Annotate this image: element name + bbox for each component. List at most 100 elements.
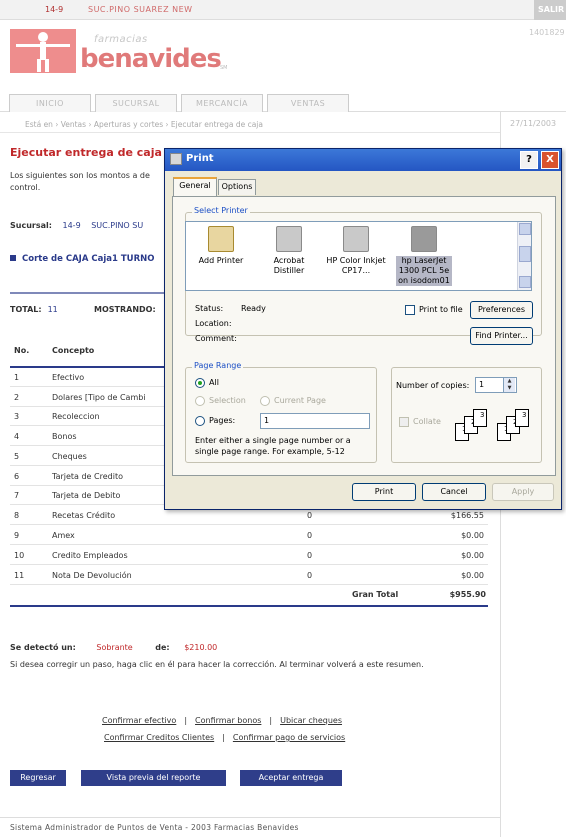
main-nav: INICIO SUCURSAL MERCANCÍA VENTAS [0,94,566,112]
ubicar-cheques-link[interactable]: Ubicar cheques [280,716,342,725]
printer-name: HP Color Inkjet CP17... [326,256,386,275]
row-concepto: Cheques [52,452,87,461]
bullet-icon [10,255,16,261]
printer-name: hp LaserJet 1300 PCL 5e on isodom01 [396,256,452,286]
sucursal-label: Sucursal: [10,221,52,230]
corte-label: Corte de CAJA Caja1 TURNO [22,254,155,264]
mostrando-label: MOSTRANDO: [94,305,156,314]
printer-item[interactable]: Acrobat Distiller [262,226,316,276]
range-hint: Enter either a single page number or a s… [195,436,351,456]
row-no: 2 [14,393,20,402]
network-printer-icon [411,226,437,252]
tab-sucursal[interactable]: SUCURSAL [95,94,177,112]
pages-label: Pages: [209,416,236,425]
top-bar: 14-9 SUC.PINO SUAREZ NEW SALIR [0,0,566,20]
total-value: 11 [47,305,58,314]
row-concepto: Efectivo [52,373,85,382]
printer-icon [170,153,182,165]
gran-total-label: Gran Total [352,590,399,599]
collate-checkbox[interactable] [399,417,409,427]
table-row[interactable]: 11 Nota De Devolución 0 $0.00 [10,566,488,585]
column-header-no: No. [14,346,30,355]
apply-button[interactable]: Apply [492,483,554,501]
table-row[interactable]: 9 Amex 0 $0.00 [10,526,488,545]
tab-options[interactable]: Options [218,179,256,195]
logout-button[interactable]: SALIR [534,0,566,20]
links-row-2: Confirmar Creditos Clientes | Confirmar pa… [104,733,345,742]
copies-spinner[interactable]: ▲ ▼ [503,378,515,392]
table-row[interactable]: 10 Credito Empleados 0 $0.00 [10,546,488,565]
status-value: Ready [241,304,266,313]
row-amount: $0.00 [461,531,484,540]
regresar-button[interactable]: Regresar [10,770,66,786]
intro-text: Los siguientes son los montos a de contr… [10,171,150,192]
row-no: 4 [14,432,20,441]
row-concepto: Amex [52,531,75,540]
total-count: TOTAL: 11 [10,305,58,314]
links-row-1: Confirmar efectivo | Confirmar bonos | Ubica… [102,716,342,725]
add-printer-icon [208,226,234,252]
confirmar-bonos-link[interactable]: Confirmar bonos [195,716,261,725]
find-printer-button[interactable]: Find Printer... [470,327,533,345]
confirmar-pago-link[interactable]: Confirmar pago de servicios [233,733,345,742]
print-to-file-label: Print to file [419,305,463,314]
pages-radio[interactable] [195,416,205,426]
footer-divider [0,817,500,818]
gran-total-value: $955.90 [449,590,486,599]
help-button[interactable]: ? [520,151,538,169]
scroll-down-icon[interactable] [519,276,531,288]
row-qty: 0 [307,531,313,540]
page-range-legend: Page Range [192,361,244,370]
printer-list[interactable]: Add Printer Acrobat Distiller HP Color I… [185,221,532,291]
print-to-file-checkbox[interactable] [405,305,415,315]
sucursal-info: Sucursal: 14-9 SUC.PINO SU [10,221,143,230]
link-separator: | [269,716,273,725]
row-concepto: Recoleccion [52,412,100,421]
row-amount: $0.00 [461,551,484,560]
confirmar-creditos-link[interactable]: Confirmar Creditos Clientes [104,733,214,742]
preferences-button[interactable]: Preferences [470,301,533,319]
sucursal-code: 14-9 [62,221,81,230]
scroll-up-icon[interactable] [519,223,531,235]
status-label: Status: [195,304,224,313]
row-concepto: Recetas Crédito [52,511,116,520]
printer-item-selected[interactable]: hp LaserJet 1300 PCL 5e on isodom01 [396,226,452,286]
row-qty: 0 [307,511,313,520]
comment-label: Comment: [195,334,237,343]
vista-previa-button[interactable]: Vista previa del reporte [81,770,226,786]
page-title: Ejecutar entrega de caja [10,146,162,159]
scroll-thumb[interactable] [519,246,531,262]
close-button[interactable]: X [541,151,559,169]
logo-title: benavides [80,44,222,74]
row-no: 5 [14,452,20,461]
cancel-button[interactable]: Cancel [422,483,486,501]
tab-inicio[interactable]: INICIO [9,94,91,112]
row-concepto: Tarjeta de Credito [52,472,123,481]
row-concepto: Nota De Devolución [52,571,132,580]
dialog-titlebar[interactable]: Print ? X [165,149,561,171]
select-printer-legend: Select Printer [192,206,250,215]
row-amount: $0.00 [461,571,484,580]
row-no: 10 [14,551,25,560]
printer-item[interactable]: HP Color Inkjet CP17... [326,226,386,276]
pages-input[interactable]: 1 [260,413,370,429]
printer-name: Add Printer [198,256,244,265]
row-concepto: Credito Empleados [52,551,128,560]
confirmar-efectivo-link[interactable]: Confirmar efectivo [102,716,176,725]
current-page-radio[interactable] [260,396,270,406]
print-button[interactable]: Print [352,483,416,501]
row-concepto: Dolares [Tipo de Cambi [52,393,146,402]
detect-label: Se detectó un: [10,643,76,652]
tab-mercancia[interactable]: MERCANCÍA [181,94,263,112]
tab-ventas[interactable]: VENTAS [267,94,349,112]
detect-type: Sobrante [96,643,133,652]
printer-list-scrollbar[interactable] [517,222,531,290]
print-dialog: Print ? X General Options Select Printer… [164,148,562,510]
printer-item[interactable]: Add Printer [191,226,251,266]
breadcrumb: Está en › Ventas › Aperturas y cortes › … [0,117,500,133]
logo-trademark: SM [220,65,228,71]
all-radio[interactable] [195,378,205,388]
selection-radio[interactable] [195,396,205,406]
tab-general[interactable]: General [173,177,217,196]
aceptar-entrega-button[interactable]: Aceptar entrega [240,770,342,786]
